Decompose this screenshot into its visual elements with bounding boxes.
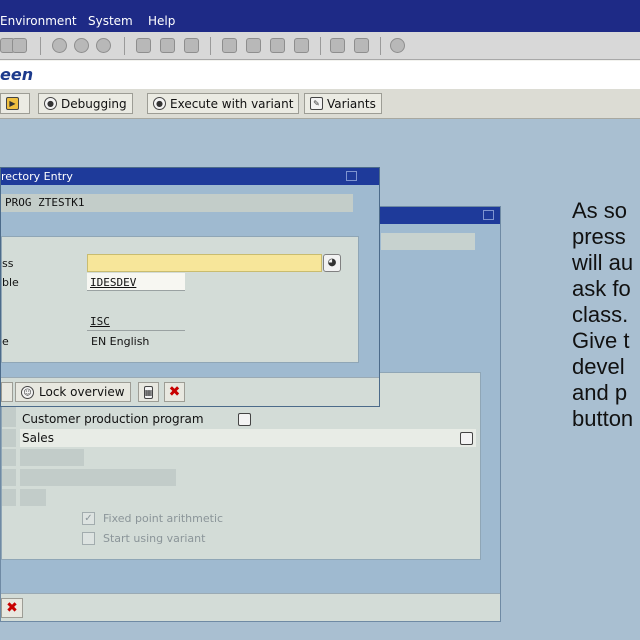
cancel-button[interactable]: ✖ — [1, 598, 23, 618]
directory-attributes-panel: ss ◕ ble IDESDEV ISC e EN English — [1, 236, 359, 363]
annotation-line: devel — [572, 354, 625, 379]
field-stub — [2, 449, 16, 466]
toolbar-separator — [40, 37, 41, 55]
other-object-icon: ▦ — [143, 385, 154, 399]
annotation-text: As so press will au ask fo class. Give t… — [572, 198, 640, 432]
debugging-button[interactable]: ● Debugging — [38, 93, 133, 114]
field-stub — [2, 469, 16, 486]
person-responsible-label: ble — [2, 276, 19, 289]
execute-icon: ▶ — [6, 97, 19, 110]
original-system-value: ISC — [90, 315, 110, 328]
standard-toolbar — [0, 32, 640, 60]
execute-variant-icon: ● — [153, 97, 166, 110]
find-icon[interactable] — [160, 38, 175, 53]
application-field[interactable] — [20, 429, 476, 447]
execute-with-variant-button[interactable]: ● Execute with variant — [147, 93, 300, 114]
cancel-button[interactable]: ✖ — [164, 382, 185, 402]
person-responsible-value: IDESDEV — [90, 276, 137, 289]
lock-overview-label: Lock overview — [39, 385, 125, 399]
screen-title: een — [0, 65, 34, 84]
close-icon[interactable] — [346, 171, 357, 181]
value-help-icon[interactable]: ◕ — [323, 254, 341, 272]
annotation-line: Give t — [572, 328, 630, 353]
original-language-label: e — [2, 335, 9, 348]
print-icon[interactable] — [136, 38, 151, 53]
close-icon[interactable] — [483, 210, 494, 220]
status-value: Customer production program — [22, 412, 204, 426]
cancel-icon: ✖ — [6, 600, 18, 616]
package-input[interactable] — [87, 254, 322, 272]
next-page-icon[interactable] — [270, 38, 285, 53]
cancel-nav-icon[interactable] — [96, 38, 111, 53]
menu-environment[interactable]: Environment — [0, 14, 77, 28]
variants-icon: ✎ — [310, 97, 323, 110]
start-variant-label: Start using variant — [103, 532, 206, 545]
new-session-icon[interactable] — [330, 38, 345, 53]
cancel-icon: ✖ — [168, 384, 181, 400]
debugging-label: Debugging — [61, 96, 127, 111]
status-dropdown-icon[interactable] — [238, 413, 251, 426]
menu-system[interactable]: System — [88, 14, 133, 28]
toolbar-separator — [320, 37, 321, 55]
annotation-line: button — [572, 406, 634, 431]
application-dropdown-icon[interactable] — [460, 432, 473, 445]
help-icon[interactable] — [390, 38, 405, 53]
lock-overview-button[interactable]: ☺ Lock overview — [15, 382, 131, 402]
shortcut-icon[interactable] — [354, 38, 369, 53]
toolbar-separator — [210, 37, 211, 55]
menu-help[interactable]: Help — [148, 14, 175, 28]
fixed-point-checkbox[interactable]: ✓ — [82, 512, 95, 525]
directory-entry-dialog: rectory Entry PROG ZTESTK1 ss ◕ ble IDES… — [0, 167, 380, 407]
directory-entry-titlebar: rectory Entry — [1, 168, 379, 185]
field-stub — [2, 429, 16, 447]
prev-page-icon[interactable] — [246, 38, 261, 53]
annotation-line: As so — [572, 198, 628, 223]
fixed-point-arithmetic-row[interactable]: ✓ Fixed point arithmetic — [82, 512, 223, 525]
field-stub — [2, 409, 16, 427]
variants-button[interactable]: ✎ Variants — [304, 93, 382, 114]
execute-with-variant-label: Execute with variant — [170, 96, 294, 111]
application-value: Sales — [22, 431, 54, 445]
application-toolbar: ▶ ● Debugging ● Execute with variant ✎ V… — [0, 89, 640, 119]
execute-button[interactable]: ▶ — [0, 93, 30, 114]
auth-group-field[interactable] — [20, 449, 84, 466]
save-icon-2[interactable] — [12, 38, 27, 53]
last-page-icon[interactable] — [294, 38, 309, 53]
field-stub — [2, 489, 16, 506]
variants-label: Variants — [327, 96, 376, 111]
annotation-line: press — [572, 224, 626, 249]
selection-screen-field[interactable] — [20, 489, 46, 506]
start-variant-checkbox[interactable] — [82, 532, 95, 545]
annotation-line: ask fo — [572, 276, 631, 301]
toolbar-separator — [124, 37, 125, 55]
dialog-title: rectory Entry — [1, 170, 73, 183]
save-button[interactable] — [1, 382, 13, 402]
menu-bar: Environment System Help — [0, 0, 640, 32]
first-page-icon[interactable] — [222, 38, 237, 53]
annotation-line: and p — [572, 380, 628, 405]
annotation-line: will au — [572, 250, 634, 275]
logical-db-field[interactable] — [20, 469, 176, 486]
other-object-button[interactable]: ▦ — [138, 382, 159, 402]
find-next-icon[interactable] — [184, 38, 199, 53]
field-underline — [87, 330, 185, 331]
attributes-dialog-footer: ✖ — [1, 593, 500, 621]
annotation-line: class. — [572, 302, 629, 327]
original-language-value: EN English — [91, 335, 150, 348]
title-bar: een — [0, 61, 640, 89]
back-icon[interactable] — [52, 38, 67, 53]
directory-entry-footer: ☺ Lock overview ▦ ✖ — [1, 377, 379, 406]
object-name-line: PROG ZTESTK1 — [1, 194, 353, 212]
lock-overview-icon: ☺ — [21, 385, 34, 399]
fixed-point-label: Fixed point arithmetic — [103, 512, 224, 525]
start-using-variant-row[interactable]: Start using variant — [82, 532, 205, 545]
title-field — [381, 233, 475, 250]
package-label: ss — [2, 257, 14, 270]
debug-icon: ● — [44, 97, 57, 110]
exit-icon[interactable] — [74, 38, 89, 53]
toolbar-separator — [380, 37, 381, 55]
